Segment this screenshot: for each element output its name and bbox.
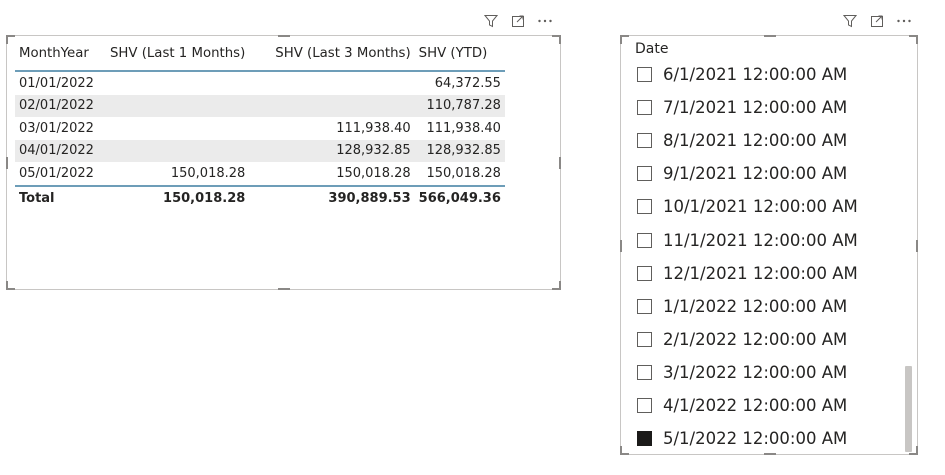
slicer-item[interactable]: 6/1/2021 12:00:00 AM bbox=[637, 58, 858, 91]
slicer-item-label: 10/1/2021 12:00:00 AM bbox=[663, 197, 858, 217]
resize-handle[interactable] bbox=[764, 35, 776, 37]
resize-handle[interactable] bbox=[278, 35, 290, 37]
slicer-item[interactable]: 1/1/2022 12:00:00 AM bbox=[637, 290, 858, 323]
table-visual-header bbox=[482, 13, 554, 29]
slicer-item[interactable]: 7/1/2021 12:00:00 AM bbox=[637, 91, 858, 124]
slicer-item-label: 5/1/2022 12:00:00 AM bbox=[663, 429, 848, 449]
slicer-list: 6/1/2021 12:00:00 AM 7/1/2021 12:00:00 A… bbox=[637, 58, 858, 455]
slicer-item[interactable]: 8/1/2021 12:00:00 AM bbox=[637, 124, 858, 157]
slicer-item-selected[interactable]: 5/1/2022 12:00:00 AM bbox=[637, 422, 858, 455]
data-table: MonthYear SHV (Last 1 Months) SHV (Last … bbox=[15, 42, 505, 210]
checkbox[interactable] bbox=[637, 166, 652, 182]
slicer-item-label: 8/1/2021 12:00:00 AM bbox=[663, 131, 848, 151]
more-options-icon[interactable] bbox=[536, 13, 554, 29]
resize-handle[interactable] bbox=[620, 240, 622, 252]
cell-shv-last-3-months bbox=[249, 71, 414, 95]
slicer-item[interactable]: 12/1/2021 12:00:00 AM bbox=[637, 257, 858, 290]
total-shv-last-3-months: 390,889.53 bbox=[328, 190, 411, 206]
slicer-scrollbar[interactable] bbox=[905, 366, 912, 452]
table-total-row: Total 150,018.28 390,889.53 566,049.36 bbox=[15, 185, 505, 210]
resize-handle[interactable] bbox=[559, 157, 561, 169]
cell-shv-ytd: 150,018.28 bbox=[426, 165, 501, 181]
resize-corner[interactable] bbox=[909, 35, 918, 44]
resize-corner[interactable] bbox=[620, 446, 629, 455]
table-visual[interactable]: MonthYear SHV (Last 1 Months) SHV (Last … bbox=[6, 35, 561, 290]
total-shv-last-1-months: 150,018.28 bbox=[163, 190, 246, 206]
slicer-item[interactable]: 11/1/2021 12:00:00 AM bbox=[637, 223, 858, 256]
slicer-item[interactable]: 2/1/2022 12:00:00 AM bbox=[637, 323, 858, 356]
cell-shv-last-3-months bbox=[249, 95, 414, 118]
checkbox[interactable] bbox=[637, 331, 652, 347]
slicer-item-label: 3/1/2022 12:00:00 AM bbox=[663, 362, 848, 382]
total-shv-ytd: 566,049.36 bbox=[418, 190, 501, 206]
cell-shv-last-3-months: 150,018.28 bbox=[336, 165, 411, 181]
checkbox[interactable] bbox=[637, 397, 652, 413]
more-options-icon[interactable] bbox=[895, 13, 913, 29]
checkbox[interactable] bbox=[637, 265, 652, 281]
cell-shv-last-1-months bbox=[98, 71, 249, 95]
slicer-item-label: 2/1/2022 12:00:00 AM bbox=[663, 329, 848, 349]
table-row: 03/01/2022 111,938.40 111,938.40 bbox=[15, 117, 505, 140]
column-header-shv-last-3-months[interactable]: SHV (Last 3 Months) bbox=[249, 42, 414, 71]
column-header-monthyear[interactable]: MonthYear bbox=[15, 42, 98, 71]
checkbox[interactable] bbox=[637, 133, 652, 149]
column-header-shv-last-1-months[interactable]: SHV (Last 1 Months) bbox=[98, 42, 249, 71]
cell-shv-last-1-months bbox=[98, 95, 249, 118]
filter-icon[interactable] bbox=[841, 13, 859, 29]
cell-shv-last-3-months: 111,938.40 bbox=[336, 120, 411, 136]
slicer-item[interactable]: 4/1/2022 12:00:00 AM bbox=[637, 389, 858, 422]
checkbox[interactable] bbox=[637, 67, 652, 83]
checkbox[interactable] bbox=[637, 232, 652, 248]
resize-corner[interactable] bbox=[6, 35, 15, 44]
resize-corner[interactable] bbox=[552, 281, 561, 290]
cell-monthyear: 02/01/2022 bbox=[19, 98, 94, 114]
slicer-item[interactable]: 10/1/2021 12:00:00 AM bbox=[637, 190, 858, 223]
focus-mode-icon[interactable] bbox=[868, 13, 886, 29]
cell-shv-last-1-months bbox=[98, 140, 249, 163]
table-header-row: MonthYear SHV (Last 1 Months) SHV (Last … bbox=[15, 42, 505, 71]
date-slicer-visual[interactable]: Date 6/1/2021 12:00:00 AM 7/1/2021 12:00… bbox=[620, 35, 918, 455]
slicer-visual-header bbox=[841, 13, 913, 29]
resize-corner[interactable] bbox=[620, 35, 629, 44]
cell-monthyear: 05/01/2022 bbox=[19, 165, 94, 181]
cell-shv-ytd: 128,932.85 bbox=[426, 143, 501, 159]
slicer-item-label: 6/1/2021 12:00:00 AM bbox=[663, 65, 848, 85]
table-row: 01/01/2022 64,372.55 bbox=[15, 71, 505, 95]
cell-shv-last-1-months: 150,018.28 bbox=[170, 165, 246, 181]
slicer-item-label: 1/1/2022 12:00:00 AM bbox=[663, 296, 848, 316]
cell-shv-ytd: 111,938.40 bbox=[426, 120, 501, 136]
cell-monthyear: 01/01/2022 bbox=[19, 75, 94, 91]
slicer-item-label: 11/1/2021 12:00:00 AM bbox=[663, 230, 858, 250]
cell-shv-last-1-months bbox=[98, 117, 249, 140]
slicer-item-label: 9/1/2021 12:00:00 AM bbox=[663, 164, 848, 184]
table-row: 05/01/2022 150,018.28 150,018.28 150,018… bbox=[15, 162, 505, 186]
resize-handle[interactable] bbox=[278, 288, 290, 290]
cell-shv-ytd: 64,372.55 bbox=[434, 75, 501, 91]
resize-corner[interactable] bbox=[552, 35, 561, 44]
slicer-item[interactable]: 3/1/2022 12:00:00 AM bbox=[637, 356, 858, 389]
cell-monthyear: 03/01/2022 bbox=[19, 120, 94, 136]
cell-shv-ytd: 110,787.28 bbox=[426, 98, 501, 114]
column-header-shv-ytd[interactable]: SHV (YTD) bbox=[415, 42, 505, 71]
slicer-item-label: 7/1/2021 12:00:00 AM bbox=[663, 98, 848, 118]
table-row: 02/01/2022 110,787.28 bbox=[15, 94, 505, 118]
checkbox-checked[interactable] bbox=[637, 431, 652, 447]
cell-monthyear: 04/01/2022 bbox=[19, 143, 94, 159]
checkbox[interactable] bbox=[637, 364, 652, 380]
checkbox[interactable] bbox=[637, 298, 652, 314]
focus-mode-icon[interactable] bbox=[509, 13, 527, 29]
resize-corner[interactable] bbox=[6, 281, 15, 290]
slicer-title: Date bbox=[635, 41, 669, 57]
total-label: Total bbox=[19, 190, 55, 206]
slicer-item-label: 12/1/2021 12:00:00 AM bbox=[663, 263, 858, 283]
checkbox[interactable] bbox=[637, 199, 652, 215]
table-row: 04/01/2022 128,932.85 128,932.85 bbox=[15, 139, 505, 163]
resize-handle[interactable] bbox=[916, 240, 918, 252]
slicer-item[interactable]: 9/1/2021 12:00:00 AM bbox=[637, 157, 858, 190]
filter-icon[interactable] bbox=[482, 13, 500, 29]
resize-handle[interactable] bbox=[6, 157, 8, 169]
slicer-item-label: 4/1/2022 12:00:00 AM bbox=[663, 395, 848, 415]
checkbox[interactable] bbox=[637, 100, 652, 116]
cell-shv-last-3-months: 128,932.85 bbox=[336, 143, 411, 159]
